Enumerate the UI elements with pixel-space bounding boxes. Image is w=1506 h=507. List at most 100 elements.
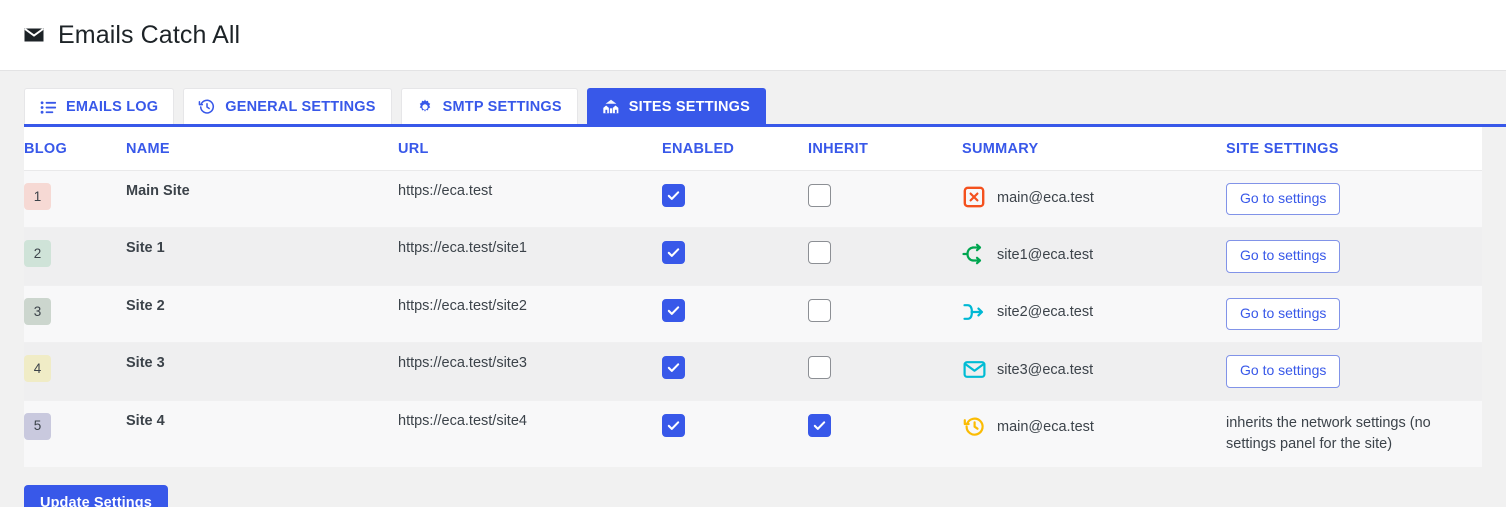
cell-site-settings: inherits the network settings (no settin… bbox=[1226, 400, 1482, 467]
cell-site-settings: Go to settings bbox=[1226, 342, 1482, 401]
table-header-row: BLOG NAME URL ENABLED INHERIT SUMMARY SI… bbox=[24, 127, 1482, 171]
tab-label: GENERAL SETTINGS bbox=[225, 99, 376, 115]
column-header-enabled: ENABLED bbox=[662, 127, 808, 171]
cell-summary: site2@eca.test bbox=[962, 285, 1226, 344]
tab-label: SITES SETTINGS bbox=[628, 99, 751, 115]
cell-blog: 3 bbox=[24, 285, 126, 344]
page-header: Emails Catch All bbox=[0, 0, 1506, 71]
go-to-settings-button[interactable]: Go to settings bbox=[1226, 355, 1341, 388]
column-header-name: NAME bbox=[126, 127, 398, 171]
blog-id-badge: 4 bbox=[24, 355, 51, 383]
tab-smtp-settings[interactable]: SMTP SETTINGS bbox=[400, 88, 578, 124]
tabs-bar: EMAILS LOG GENERAL SETTINGS SMTP SETTING… bbox=[0, 71, 1506, 127]
form-actions: Update Settings bbox=[0, 467, 1506, 507]
blog-id-badge: 1 bbox=[24, 183, 51, 210]
table-row: 5 Site 4 https://eca.test/site4 main@eca.te… bbox=[24, 400, 1482, 467]
cell-url: https://eca.test bbox=[398, 170, 662, 229]
enabled-checkbox[interactable] bbox=[662, 356, 685, 380]
tab-emails-log[interactable]: EMAILS LOG bbox=[24, 88, 175, 124]
disabled-box-icon bbox=[962, 185, 986, 209]
buildings-icon bbox=[602, 98, 620, 116]
inherit-checkbox[interactable] bbox=[808, 356, 831, 380]
cell-site-settings: Go to settings bbox=[1226, 285, 1482, 344]
cell-enabled bbox=[662, 285, 808, 344]
cell-enabled bbox=[662, 170, 808, 229]
emails-catch-all-page: Emails Catch All EMAILS LOG GENERAL SETT… bbox=[0, 0, 1506, 507]
cell-blog: 2 bbox=[24, 227, 126, 286]
tab-label: SMTP SETTINGS bbox=[442, 99, 562, 115]
gear-icon bbox=[416, 98, 434, 116]
sites-table-container: BLOG NAME URL ENABLED INHERIT SUMMARY SI… bbox=[24, 127, 1482, 467]
inherit-checkbox[interactable] bbox=[808, 413, 831, 437]
cell-url: https://eca.test/site1 bbox=[398, 227, 662, 286]
go-to-settings-button[interactable]: Go to settings bbox=[1226, 240, 1341, 273]
cell-summary: main@eca.test bbox=[962, 170, 1226, 229]
envelope-outline-icon bbox=[962, 357, 986, 381]
cell-enabled bbox=[662, 227, 808, 286]
summary-email: main@eca.test bbox=[997, 189, 1094, 206]
cell-name: Site 2 bbox=[126, 285, 398, 344]
cell-inherit bbox=[808, 227, 962, 286]
tab-list: EMAILS LOG GENERAL SETTINGS SMTP SETTING… bbox=[24, 88, 1506, 124]
cell-inherit bbox=[808, 400, 962, 467]
cell-summary: site3@eca.test bbox=[962, 342, 1226, 401]
column-header-blog: BLOG bbox=[24, 127, 126, 171]
cell-summary: main@eca.test bbox=[962, 400, 1226, 467]
blog-id-badge: 2 bbox=[24, 240, 51, 268]
table-row: 4 Site 3 https://eca.test/site3 site3@eca.t… bbox=[24, 342, 1482, 401]
cell-inherit bbox=[808, 342, 962, 401]
tab-sites-settings[interactable]: SITES SETTINGS bbox=[586, 88, 767, 124]
table-row: 2 Site 1 https://eca.test/site1 site1@eca.t… bbox=[24, 227, 1482, 286]
inherit-checkbox[interactable] bbox=[808, 241, 831, 265]
cell-enabled bbox=[662, 400, 808, 467]
cell-site-settings: Go to settings bbox=[1226, 227, 1482, 286]
table-row: 3 Site 2 https://eca.test/site2 site2@eca.t… bbox=[24, 285, 1482, 344]
cell-name: Main Site bbox=[126, 170, 398, 229]
blog-id-badge: 5 bbox=[24, 412, 51, 440]
update-settings-button[interactable]: Update Settings bbox=[24, 484, 168, 507]
cell-enabled bbox=[662, 342, 808, 401]
page-title: Emails Catch All bbox=[58, 20, 241, 49]
cell-blog: 5 bbox=[24, 400, 126, 467]
cell-url: https://eca.test/site4 bbox=[398, 400, 662, 467]
summary-email: site2@eca.test bbox=[997, 304, 1094, 321]
list-icon bbox=[39, 98, 57, 116]
cell-inherit bbox=[808, 170, 962, 229]
cell-inherit bbox=[808, 285, 962, 344]
cell-blog: 1 bbox=[24, 170, 126, 229]
cell-url: https://eca.test/site3 bbox=[398, 342, 662, 401]
cell-name: Site 4 bbox=[126, 400, 398, 467]
cell-blog: 4 bbox=[24, 342, 126, 401]
tabs-underline bbox=[24, 124, 1506, 127]
merge-arrow-icon bbox=[962, 300, 986, 324]
table-row: 1 Main Site https://eca.test main@eca.test G… bbox=[24, 170, 1482, 229]
inherit-checkbox[interactable] bbox=[808, 184, 831, 207]
column-header-site-settings: SITE SETTINGS bbox=[1226, 127, 1482, 171]
enabled-checkbox[interactable] bbox=[662, 298, 685, 322]
tab-general-settings[interactable]: GENERAL SETTINGS bbox=[183, 88, 392, 124]
go-to-settings-button[interactable]: Go to settings bbox=[1226, 297, 1341, 331]
inherit-checkbox[interactable] bbox=[808, 298, 831, 322]
enabled-checkbox[interactable] bbox=[662, 241, 685, 265]
cell-summary: site1@eca.test bbox=[962, 227, 1226, 286]
table-head: BLOG NAME URL ENABLED INHERIT SUMMARY SI… bbox=[24, 127, 1482, 171]
cell-name: Site 3 bbox=[126, 342, 398, 401]
clock-rewind-icon bbox=[962, 415, 986, 439]
inherit-note: inherits the network settings (no settin… bbox=[1226, 414, 1431, 452]
history-clock-icon bbox=[198, 98, 216, 116]
split-arrows-icon bbox=[962, 242, 986, 266]
go-to-settings-button[interactable]: Go to settings bbox=[1226, 183, 1341, 216]
cell-name: Site 1 bbox=[126, 227, 398, 286]
summary-email: main@eca.test bbox=[997, 419, 1094, 436]
enabled-checkbox[interactable] bbox=[662, 413, 685, 437]
cell-url: https://eca.test/site2 bbox=[398, 285, 662, 344]
column-header-inherit: INHERIT bbox=[808, 127, 962, 171]
summary-email: site1@eca.test bbox=[997, 246, 1094, 263]
column-header-summary: SUMMARY bbox=[962, 127, 1226, 171]
table-body: 1 Main Site https://eca.test main@eca.test G… bbox=[24, 170, 1482, 467]
tab-label: EMAILS LOG bbox=[66, 99, 159, 115]
column-header-url: URL bbox=[398, 127, 662, 171]
blog-id-badge: 3 bbox=[24, 297, 51, 325]
sites-table: BLOG NAME URL ENABLED INHERIT SUMMARY SI… bbox=[24, 127, 1482, 467]
enabled-checkbox[interactable] bbox=[662, 184, 685, 207]
